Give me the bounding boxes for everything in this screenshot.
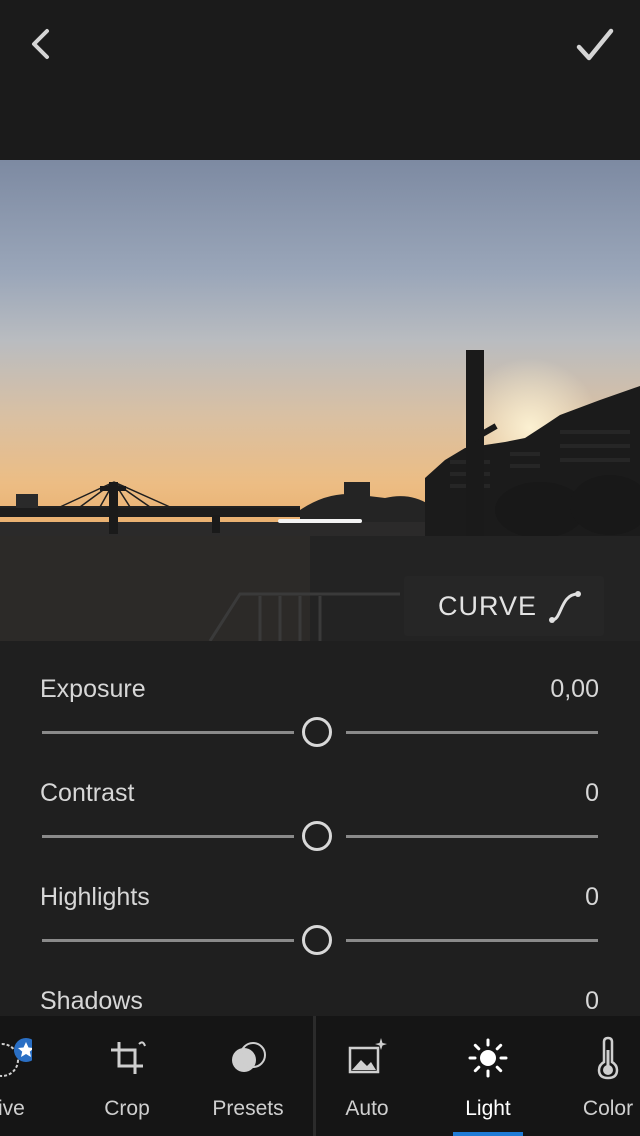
auto-icon — [348, 1038, 387, 1074]
highlights-slider-row: Highlights 0 — [0, 883, 640, 987]
highlights-track-left[interactable] — [42, 939, 294, 942]
tool-color-label: Color — [582, 1097, 634, 1120]
crop-icon — [111, 1041, 146, 1074]
back-button[interactable] — [22, 24, 62, 64]
light-adjustments-panel: Exposure 0,00 Contrast 0 Highlights 0 Sh… — [0, 641, 640, 1016]
exposure-slider-thumb[interactable] — [302, 717, 332, 747]
tool-auto[interactable]: Auto — [327, 1016, 407, 1136]
photo-silhouette — [0, 350, 640, 536]
highlights-label: Highlights — [40, 883, 150, 911]
presets-icon — [232, 1042, 266, 1072]
toolbar-divider — [313, 1016, 316, 1136]
thermometer-icon — [597, 1036, 619, 1080]
curve-icon — [549, 591, 581, 623]
tool-color[interactable]: Color — [570, 1016, 640, 1136]
tool-crop[interactable]: Crop — [87, 1016, 167, 1136]
tool-auto-label: Auto — [345, 1097, 389, 1120]
checkmark-icon — [576, 28, 614, 61]
exposure-slider-row: Exposure 0,00 — [0, 675, 640, 779]
curve-button[interactable]: CURVE — [404, 576, 604, 636]
contrast-track-left[interactable] — [42, 835, 294, 838]
highlights-slider-thumb[interactable] — [302, 925, 332, 955]
exposure-value: 0,00 — [550, 675, 599, 703]
contrast-slider-row: Contrast 0 — [0, 779, 640, 883]
highlights-track-right[interactable] — [346, 939, 598, 942]
confirm-button[interactable] — [572, 22, 618, 68]
contrast-label: Contrast — [40, 779, 135, 807]
contrast-value: 0 — [585, 779, 599, 807]
highlights-value: 0 — [585, 883, 599, 911]
contrast-track-right[interactable] — [346, 835, 598, 838]
chevron-left-icon — [32, 29, 49, 59]
tool-presets[interactable]: Presets — [203, 1016, 293, 1136]
shadows-slider-row: Shadows 0 — [0, 987, 640, 1016]
curve-button-label: CURVE — [438, 590, 538, 621]
top-bar — [0, 0, 640, 160]
tool-light[interactable]: Light — [448, 1016, 528, 1136]
light-icon — [468, 1038, 508, 1078]
tool-crop-label: Crop — [104, 1097, 150, 1120]
contrast-slider-thumb[interactable] — [302, 821, 332, 851]
shadows-label: Shadows — [40, 987, 143, 1015]
selective-icon — [0, 1038, 32, 1077]
tool-presets-label: Presets — [212, 1097, 284, 1120]
exposure-track-right[interactable] — [346, 731, 598, 734]
photo-preview[interactable] — [0, 160, 640, 536]
panel-drag-handle[interactable] — [278, 519, 362, 523]
exposure-label: Exposure — [40, 675, 146, 703]
exposure-track-left[interactable] — [42, 731, 294, 734]
active-tool-indicator — [453, 1132, 523, 1136]
bottom-toolbar: ective Crop Presets Auto — [0, 1016, 640, 1136]
tool-light-label: Light — [465, 1097, 511, 1120]
shadows-value: 0 — [585, 987, 599, 1015]
tool-selective[interactable]: ective — [0, 1016, 60, 1136]
tool-selective-label: ective — [0, 1097, 25, 1120]
